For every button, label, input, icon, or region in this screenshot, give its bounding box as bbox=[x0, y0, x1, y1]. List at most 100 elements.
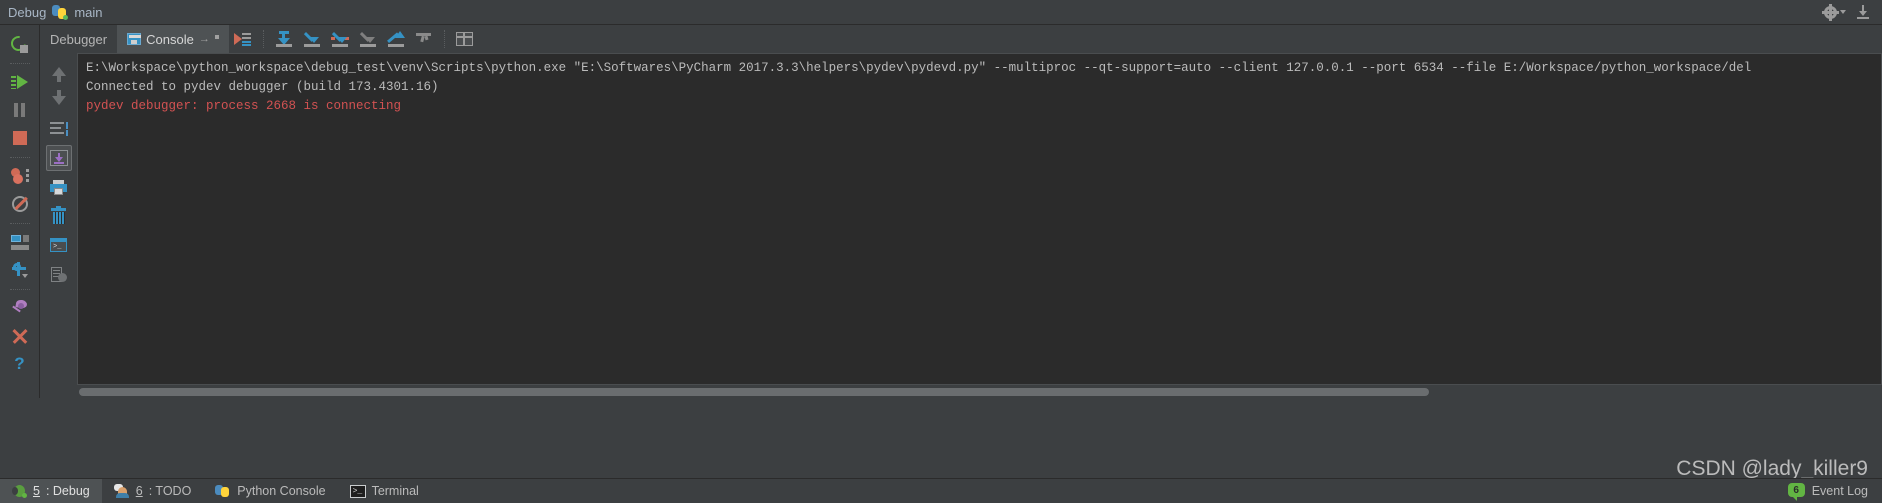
mute-breakpoints-icon bbox=[11, 196, 28, 212]
force-step-into-button[interactable] bbox=[327, 26, 353, 52]
clear-all-button[interactable] bbox=[46, 203, 72, 229]
titlebar: Debug main bbox=[0, 0, 1882, 25]
toolbar-separator bbox=[9, 63, 30, 64]
resume-program-icon bbox=[10, 74, 29, 90]
pause-button[interactable] bbox=[6, 97, 34, 123]
step-out-icon bbox=[359, 31, 377, 47]
rerun-button[interactable] bbox=[6, 31, 34, 57]
open-console-button[interactable]: >_ bbox=[46, 232, 72, 258]
status-bar-right: 6 Event Log bbox=[1787, 479, 1882, 503]
python-icon bbox=[215, 484, 231, 498]
tab-console[interactable]: Console → bbox=[117, 25, 229, 53]
pin-tab-button[interactable] bbox=[6, 295, 34, 321]
help-question-icon: ? bbox=[14, 354, 25, 373]
step-into-icon bbox=[303, 31, 321, 47]
bug-icon bbox=[12, 484, 27, 498]
settings-button[interactable] bbox=[6, 257, 34, 283]
arrow-down-icon bbox=[51, 89, 66, 105]
bottom-filler bbox=[0, 398, 1882, 478]
scroll-to-end-icon bbox=[49, 150, 68, 166]
status-tab-todo-number: 6 bbox=[135, 484, 143, 498]
status-tab-python-console-label: Python Console bbox=[237, 484, 326, 498]
view-breakpoints-button[interactable] bbox=[6, 163, 34, 189]
tab-console-label: Console bbox=[146, 31, 194, 47]
show-as-table-button[interactable] bbox=[452, 26, 478, 52]
step-over-button[interactable] bbox=[271, 26, 297, 52]
table-icon bbox=[456, 32, 474, 46]
status-bar: 5 : Debug 6 : TODO Python Console >_ Ter… bbox=[0, 478, 1882, 503]
status-tab-python-console[interactable]: Python Console bbox=[203, 479, 337, 503]
layout-icon bbox=[10, 234, 29, 250]
close-x-icon bbox=[12, 328, 28, 344]
close-button[interactable] bbox=[6, 323, 34, 349]
debug-title-label: Debug bbox=[8, 4, 47, 20]
run-to-cursor-button[interactable] bbox=[383, 26, 409, 52]
status-tab-debug[interactable]: 5 : Debug bbox=[0, 478, 102, 503]
toolbar-separator bbox=[262, 30, 264, 48]
tab-debugger[interactable]: Debugger bbox=[40, 25, 117, 53]
status-tab-debug-number: 5 bbox=[33, 484, 40, 498]
tab-arrow-icon: → bbox=[198, 33, 210, 45]
event-log-icon: 6 bbox=[1787, 483, 1806, 501]
mute-breakpoints-button[interactable] bbox=[6, 191, 34, 217]
run-to-cursor-icon bbox=[386, 31, 405, 47]
scroll-up-button[interactable] bbox=[46, 58, 72, 84]
terminal-icon: >_ bbox=[349, 484, 366, 498]
python-icon bbox=[52, 4, 69, 20]
step-over-icon bbox=[275, 31, 293, 47]
bottom-filler-inner bbox=[77, 398, 1882, 461]
soft-wraps-icon bbox=[49, 121, 68, 137]
toolbar-separator bbox=[9, 157, 30, 158]
titlebar-right-group bbox=[1822, 3, 1882, 21]
run-configuration-name: main bbox=[74, 4, 103, 20]
event-log-badge: 6 bbox=[1793, 484, 1799, 496]
tab-strip: Debugger Console → bbox=[40, 25, 1882, 53]
print-button[interactable] bbox=[46, 174, 72, 200]
toolbar-separator bbox=[9, 289, 30, 290]
pin-icon bbox=[11, 299, 28, 316]
scroll-to-end-button[interactable] bbox=[45, 145, 72, 171]
step-out-button[interactable] bbox=[355, 26, 381, 52]
console-line-connected: Connected to pydev debugger (build 173.4… bbox=[86, 80, 439, 94]
todo-icon bbox=[113, 484, 130, 498]
rerun-icon bbox=[8, 32, 29, 54]
soft-wrap-icon bbox=[234, 32, 252, 47]
use-soft-wraps-button[interactable] bbox=[46, 116, 72, 142]
console-icon bbox=[127, 33, 142, 45]
print-icon bbox=[50, 179, 67, 195]
hide-window-icon[interactable] bbox=[1856, 5, 1870, 19]
resume-button[interactable] bbox=[6, 69, 34, 95]
history-button[interactable] bbox=[46, 261, 72, 287]
status-tab-todo-label: : TODO bbox=[148, 484, 192, 498]
breakpoints-icon bbox=[10, 168, 29, 184]
toolbar-separator bbox=[443, 30, 445, 48]
settings-gear-icon bbox=[11, 262, 28, 278]
status-tab-debug-label: : Debug bbox=[45, 484, 90, 498]
console-horizontal-scrollbar[interactable] bbox=[77, 385, 1882, 398]
status-tab-terminal-label: Terminal bbox=[371, 484, 419, 498]
arrow-up-icon bbox=[51, 66, 66, 82]
stop-icon bbox=[12, 131, 27, 145]
use-soft-wraps-button[interactable] bbox=[230, 26, 256, 52]
chevron-down-icon bbox=[1840, 10, 1846, 14]
titlebar-left-group: Debug main bbox=[0, 4, 103, 20]
scrollbar-thumb[interactable] bbox=[79, 388, 1429, 396]
trash-icon bbox=[51, 206, 66, 224]
gear-icon[interactable] bbox=[1822, 3, 1846, 21]
status-tab-todo[interactable]: 6 : TODO bbox=[102, 479, 204, 503]
status-tab-terminal[interactable]: >_ Terminal bbox=[338, 479, 431, 503]
stop-button[interactable] bbox=[6, 125, 34, 151]
pause-program-icon bbox=[13, 103, 27, 117]
scroll-down-button[interactable] bbox=[46, 87, 72, 113]
tab-marker-icon bbox=[214, 34, 219, 39]
toolbar-separator bbox=[9, 223, 30, 224]
restore-layout-button[interactable] bbox=[6, 229, 34, 255]
force-step-into-icon bbox=[330, 31, 349, 47]
console-output[interactable]: E:\Workspace\python_workspace\debug_test… bbox=[77, 53, 1882, 385]
terminal-icon: >_ bbox=[50, 238, 67, 252]
event-log-label[interactable]: Event Log bbox=[1812, 479, 1868, 503]
step-into-button[interactable] bbox=[299, 26, 325, 52]
console-line-command: E:\Workspace\python_workspace\debug_test… bbox=[86, 61, 1752, 75]
filter-button[interactable] bbox=[411, 26, 437, 52]
help-button[interactable]: ? bbox=[6, 351, 34, 377]
